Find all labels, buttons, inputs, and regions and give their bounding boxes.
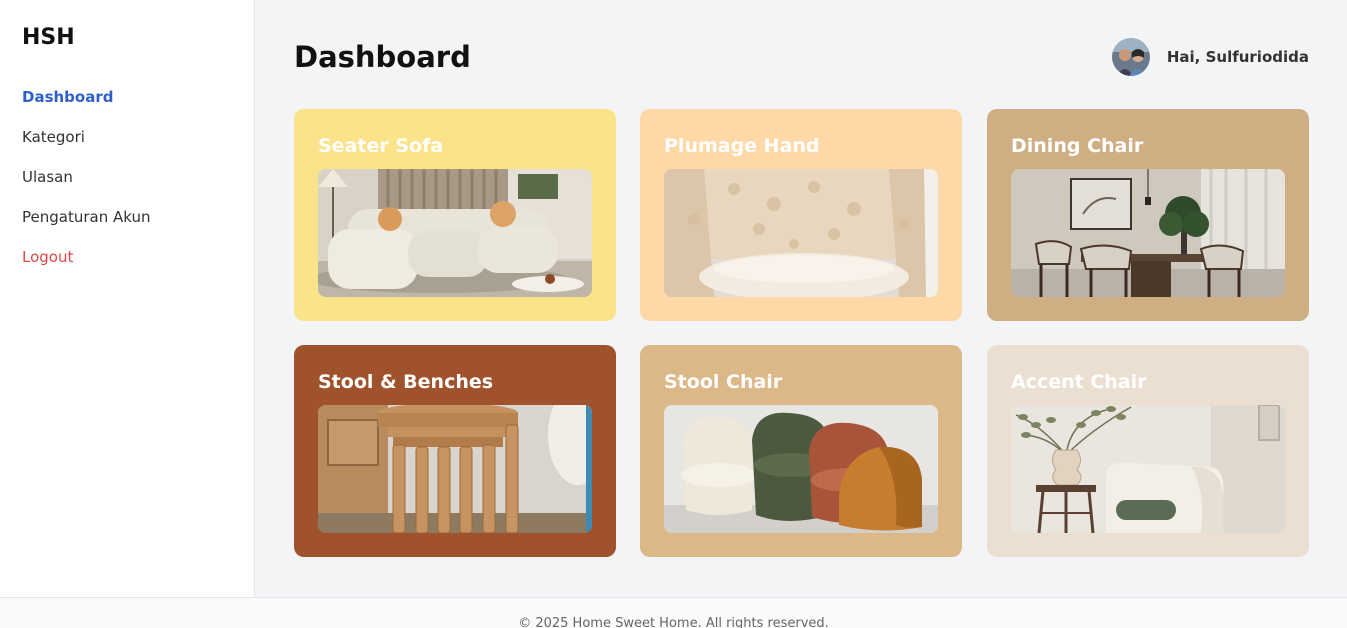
category-card-seater-sofa[interactable]: Seater Sofa	[294, 109, 616, 321]
brand-logo: HSH	[22, 25, 75, 50]
avatar[interactable]	[1111, 38, 1150, 76]
category-title: Accent Chair	[1011, 371, 1147, 393]
category-card-stool-chair[interactable]: Stool Chair	[640, 345, 962, 557]
sidebar: HSH Dashboard Kategori Ulasan Pengaturan…	[0, 0, 255, 597]
sidebar-item-ulasan[interactable]: Ulasan	[22, 167, 150, 207]
sidebar-item-pengaturan-akun[interactable]: Pengaturan Akun	[22, 207, 150, 247]
sidebar-item-dashboard[interactable]: Dashboard	[22, 87, 150, 127]
category-card-accent-chair[interactable]: Accent Chair	[987, 345, 1309, 557]
category-card-dining-chair[interactable]: Dining Chair	[987, 109, 1309, 321]
category-card-stool-benches[interactable]: Stool & Benches	[294, 345, 616, 557]
category-title: Stool & Benches	[318, 371, 494, 393]
category-image-accent-chair	[1011, 405, 1285, 533]
sidebar-item-kategori[interactable]: Kategori	[22, 127, 150, 167]
category-title: Seater Sofa	[318, 135, 444, 157]
category-title: Stool Chair	[664, 371, 783, 393]
logout-link[interactable]: Logout	[22, 247, 150, 287]
footer: © 2025 Home Sweet Home. All rights reser…	[0, 597, 1347, 628]
category-title: Dining Chair	[1011, 135, 1144, 157]
category-image-dining-room	[1011, 169, 1285, 297]
sidebar-nav: Dashboard Kategori Ulasan Pengaturan Aku…	[22, 87, 150, 287]
user-menu[interactable]: Hai, Sulfuriodida	[1111, 38, 1309, 76]
category-image-plumage-chair	[664, 169, 938, 297]
user-greeting: Hai, Sulfuriodida	[1166, 48, 1309, 66]
category-image-stools	[318, 405, 592, 533]
category-image-velvet-chairs	[664, 405, 938, 533]
category-card-plumage-hand[interactable]: Plumage Hand	[640, 109, 962, 321]
category-title: Plumage Hand	[664, 135, 820, 157]
category-image-sofa	[318, 169, 592, 297]
page-title: Dashboard	[294, 40, 471, 74]
copyright-text: © 2025 Home Sweet Home. All rights reser…	[518, 616, 829, 628]
